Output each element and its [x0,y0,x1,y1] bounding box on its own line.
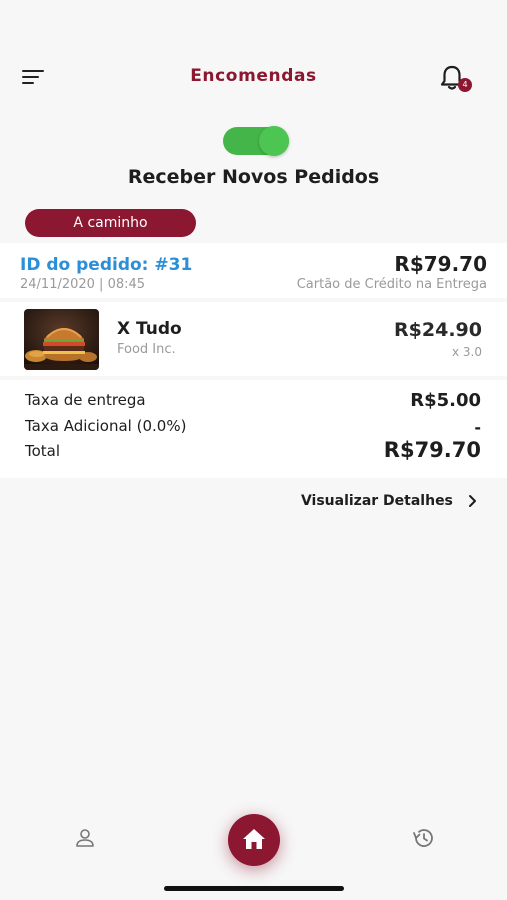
status-badge: A caminho [25,209,196,237]
item-image [24,309,99,370]
view-details-label: Visualizar Detalhes [300,493,453,509]
receive-orders-toggle[interactable] [223,126,289,156]
additional-fee-label: Taxa Adicional (0.0%) [25,417,187,435]
history-icon [413,829,433,847]
order-id[interactable]: ID do pedido: #31 [20,255,192,275]
delivery-fee-value: R$5.00 [410,390,481,411]
nav-history[interactable] [411,826,435,850]
chevron-right-icon [469,494,476,507]
item-vendor: Food Inc. [117,342,176,357]
toggle-label: Receber Novos Pedidos [127,166,380,188]
payment-method: Cartão de Crédito na Entrega [296,277,487,292]
nav-profile[interactable] [74,827,96,849]
item-quantity: x 3.0 [452,345,482,359]
user-icon [76,829,94,847]
item-name: X Tudo [117,319,182,339]
order-item: X Tudo Food Inc. R$24.90 x 3.0 [0,302,507,376]
total-label: Total [25,442,61,460]
order-total: R$79.70 [394,252,487,276]
additional-fee-value: - [474,418,481,437]
nav-home[interactable] [228,814,280,866]
home-indicator [164,886,344,891]
bottom-navigation [0,800,507,900]
view-details-link[interactable]: Visualizar Detalhes [301,490,477,510]
delivery-fee-label: Taxa de entrega [25,391,146,409]
order-date: 24/11/2020 | 08:45 [20,277,146,292]
app-header: Encomendas 4 [0,56,507,100]
page-title: Encomendas [190,66,317,86]
total-value: R$79.70 [383,438,481,462]
home-icon [243,829,265,849]
toggle-knob [259,126,289,156]
item-price: R$24.90 [394,319,482,341]
order-header[interactable]: ID do pedido: #31 24/11/2020 | 08:45 R$7… [0,243,507,298]
notification-badge: 4 [458,78,472,92]
notifications-button[interactable]: 4 [439,64,472,96]
order-summary: Taxa de entrega R$5.00 Taxa Adicional (0… [0,380,507,478]
